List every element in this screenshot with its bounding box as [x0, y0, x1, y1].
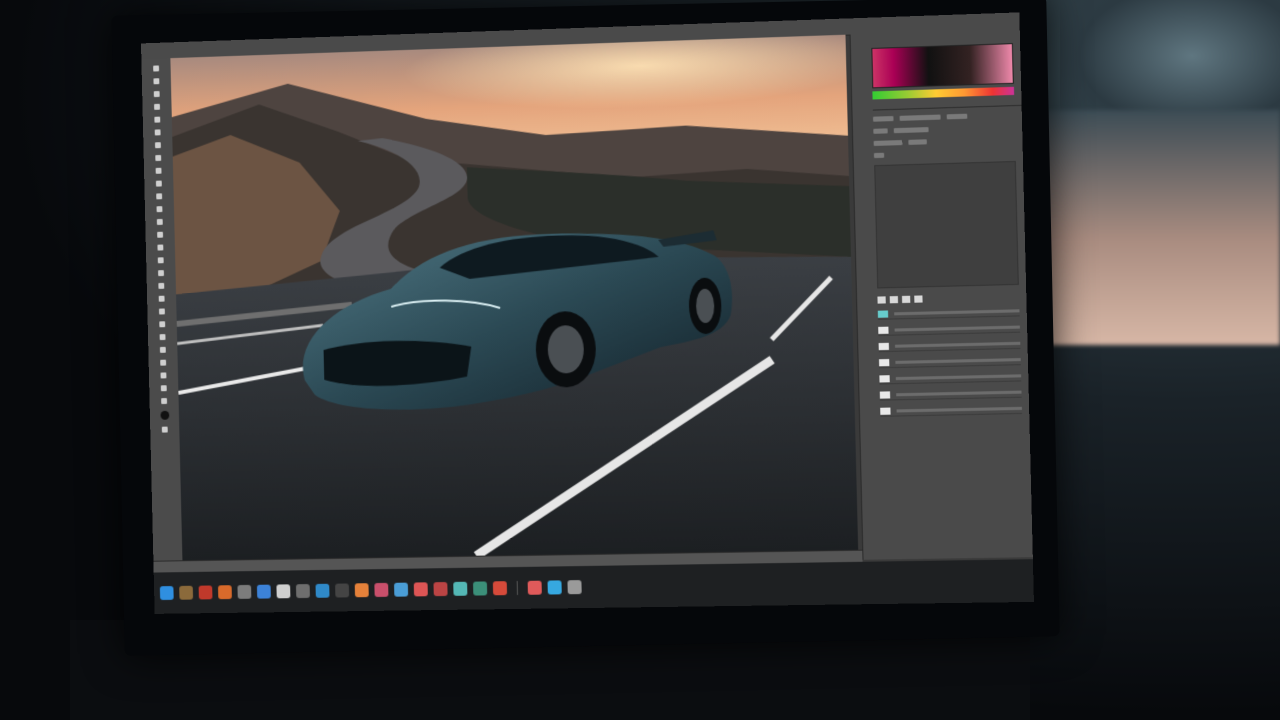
layer-name — [896, 406, 1022, 412]
layer-name — [895, 357, 1021, 364]
healing-tool-icon[interactable] — [154, 129, 161, 136]
maps-icon[interactable] — [394, 582, 409, 597]
eraser-tool-icon[interactable] — [155, 180, 162, 187]
browser-icon[interactable] — [256, 584, 271, 599]
ruler-tool-icon[interactable] — [160, 385, 167, 392]
layer-name — [894, 308, 1020, 315]
stamp-tool-icon[interactable] — [155, 154, 162, 162]
property-row[interactable] — [873, 112, 1013, 122]
layer-row[interactable] — [880, 402, 1023, 417]
zoom-tool-icon[interactable] — [158, 295, 165, 302]
docs-icon[interactable] — [547, 580, 562, 595]
finder-icon[interactable] — [159, 586, 174, 601]
color-picker-field[interactable] — [871, 43, 1014, 89]
layer-filter-icon[interactable] — [877, 296, 886, 304]
calendar-icon[interactable] — [374, 582, 389, 597]
layer-row[interactable] — [878, 337, 1021, 353]
layer-name — [894, 341, 1021, 348]
settings-icon[interactable] — [237, 584, 252, 599]
layer-row[interactable] — [878, 321, 1021, 336]
layer-thumbnail — [879, 374, 890, 382]
layer-name — [896, 390, 1022, 396]
layer-row[interactable] — [878, 353, 1021, 369]
hand-tool-icon[interactable] — [158, 282, 165, 289]
layer-thumbnail — [878, 358, 890, 366]
monitor-screen — [140, 12, 1034, 614]
video-icon[interactable] — [433, 582, 448, 597]
history-brush-icon[interactable] — [155, 167, 162, 174]
layer-thumbnail — [878, 342, 889, 350]
photos-icon[interactable] — [198, 585, 213, 600]
layer-thumbnail — [879, 390, 891, 399]
trash-icon[interactable] — [567, 580, 582, 595]
hue-slider[interactable] — [872, 86, 1015, 100]
marquee-tool-icon[interactable] — [153, 78, 160, 85]
path-select-icon[interactable] — [157, 257, 164, 264]
clock-icon[interactable] — [453, 581, 468, 596]
type-tool-icon[interactable] — [157, 244, 164, 251]
property-row[interactable] — [873, 124, 1013, 134]
layer-thumbnail — [878, 326, 889, 334]
note-tool-icon[interactable] — [161, 398, 168, 405]
eyedropper-tool-icon[interactable] — [154, 116, 161, 123]
terminal-icon[interactable] — [473, 581, 488, 596]
layer-row[interactable] — [879, 386, 1022, 401]
layer-type-icon[interactable] — [889, 296, 899, 304]
screen-mode-icon[interactable] — [159, 346, 166, 353]
right-panels — [849, 28, 1034, 560]
store-icon[interactable] — [413, 582, 428, 597]
layer-row[interactable] — [877, 305, 1020, 320]
chrome-icon[interactable] — [492, 581, 508, 596]
car-photo — [170, 34, 859, 561]
dock-separator — [516, 580, 518, 595]
frame-tool-icon[interactable] — [160, 359, 167, 366]
quick-mask-icon[interactable] — [159, 334, 166, 341]
extras-icon[interactable] — [159, 321, 166, 328]
property-row[interactable] — [873, 137, 1014, 147]
brush-tool-icon[interactable] — [154, 142, 161, 149]
music-icon[interactable] — [354, 583, 369, 598]
notes-icon[interactable] — [217, 585, 232, 600]
app-icon[interactable] — [315, 583, 330, 598]
gradient-tool-icon[interactable] — [156, 193, 163, 200]
layer-name — [894, 325, 1020, 332]
property-row[interactable] — [873, 149, 1014, 159]
foreground-color-swatch[interactable] — [159, 410, 169, 420]
background-color-swatch[interactable] — [161, 426, 168, 433]
document-canvas[interactable] — [170, 34, 859, 561]
dodge-tool-icon[interactable] — [156, 218, 163, 225]
folder-icon[interactable] — [179, 585, 194, 600]
layer-thumbnail — [877, 309, 889, 318]
shape-tool-icon[interactable] — [158, 270, 164, 277]
lasso-tool-icon[interactable] — [153, 91, 160, 98]
move-tool-icon[interactable] — [153, 65, 160, 72]
edit-toolbar-icon[interactable] — [158, 308, 165, 315]
layer-thumbnail — [880, 407, 891, 415]
photo-editor-icon[interactable] — [527, 580, 542, 595]
window-light — [1040, 110, 1280, 345]
camera-icon[interactable] — [335, 583, 350, 598]
layer-fx-icon[interactable] — [901, 295, 911, 304]
panel-divider — [872, 104, 1023, 111]
crop-tool-icon[interactable] — [154, 103, 160, 110]
blur-tool-icon[interactable] — [156, 206, 163, 213]
artboard-tool-icon[interactable] — [160, 372, 167, 379]
messages-icon[interactable] — [295, 584, 310, 599]
pen-tool-icon[interactable] — [157, 231, 164, 238]
layer-row[interactable] — [879, 370, 1022, 385]
layers-panel-header — [877, 293, 1019, 304]
layer-mask-icon[interactable] — [914, 295, 923, 303]
properties-panel[interactable] — [874, 160, 1019, 289]
mail-icon[interactable] — [276, 584, 291, 599]
layer-name — [895, 373, 1022, 380]
